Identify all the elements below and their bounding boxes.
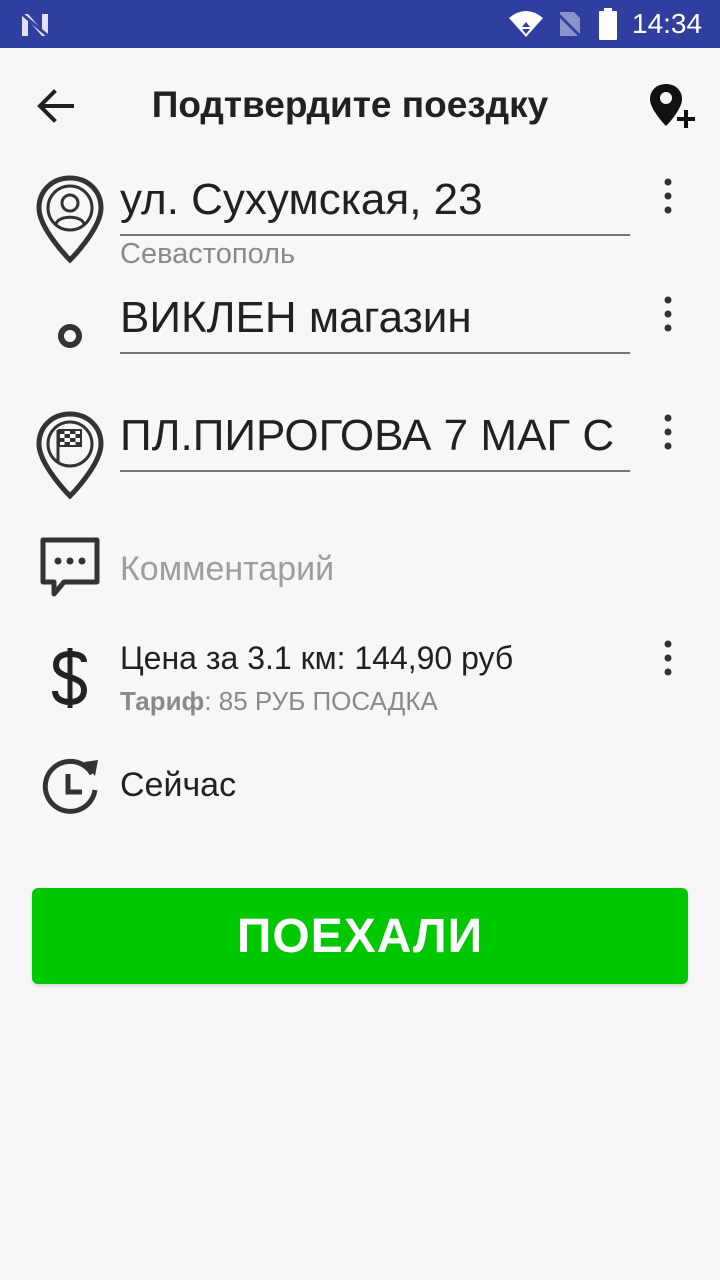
person-pin-icon <box>36 175 104 264</box>
clock-refresh-icon <box>42 758 98 814</box>
status-bar: 14:34 <box>0 0 720 48</box>
comment-icon <box>40 537 100 597</box>
destination-address: ПЛ.ПИРОГОВА 7 МАГ С <box>120 411 615 460</box>
battery-icon <box>599 8 617 40</box>
stop-address: ВИКЛЕН магазин <box>120 293 472 342</box>
destination-row: ПЛ.ПИРОГОВА 7 МАГ С <box>0 408 720 508</box>
origin-address: ул. Сухумская, 23 <box>120 175 483 224</box>
go-button[interactable]: ПОЕХАЛИ <box>32 888 688 984</box>
tariff-text: Тариф: 85 РУБ ПОСАДКА <box>120 686 438 717</box>
time-label: Сейчас <box>120 766 237 804</box>
comment-placeholder: Комментарий <box>120 550 335 588</box>
stop-row: ВИКЛЕН магазин <box>0 290 720 370</box>
no-sim-icon <box>556 12 582 38</box>
page-title: Подтвердите поездку <box>151 84 549 125</box>
origin-address-field[interactable]: ул. Сухумская, 23 <box>120 172 630 236</box>
app-header: Подтвердите поездку <box>0 48 720 160</box>
origin-city: Севастополь <box>120 238 296 270</box>
wifi-icon <box>509 11 543 37</box>
dollar-icon <box>52 648 88 708</box>
status-time: 14:34 <box>632 8 703 39</box>
checkered-flag-pin-icon <box>36 411 104 500</box>
origin-more-icon[interactable] <box>648 174 688 226</box>
destination-address-field[interactable]: ПЛ.ПИРОГОВА 7 МАГ С <box>120 408 630 472</box>
time-selector[interactable]: Сейчас <box>0 752 720 822</box>
stop-more-icon[interactable] <box>648 292 688 344</box>
destination-more-icon[interactable] <box>648 410 688 462</box>
price-text: Цена за 3.1 км: 144,90 руб <box>120 640 514 676</box>
price-row: Цена за 3.1 км: 144,90 руб Тариф: 85 РУБ… <box>0 636 720 726</box>
tariff-label: Тариф <box>120 686 205 716</box>
n-logo-icon <box>21 12 49 38</box>
waypoint-dot-icon <box>58 324 82 348</box>
comment-field[interactable]: Комментарий <box>0 536 720 606</box>
add-location-icon[interactable] <box>644 80 700 136</box>
tariff-value: : 85 РУБ ПОСАДКА <box>204 686 438 716</box>
stop-address-field[interactable]: ВИКЛЕН магазин <box>120 290 630 354</box>
origin-row: ул. Сухумская, 23 Севастополь <box>0 172 720 272</box>
price-more-icon[interactable] <box>648 636 688 688</box>
